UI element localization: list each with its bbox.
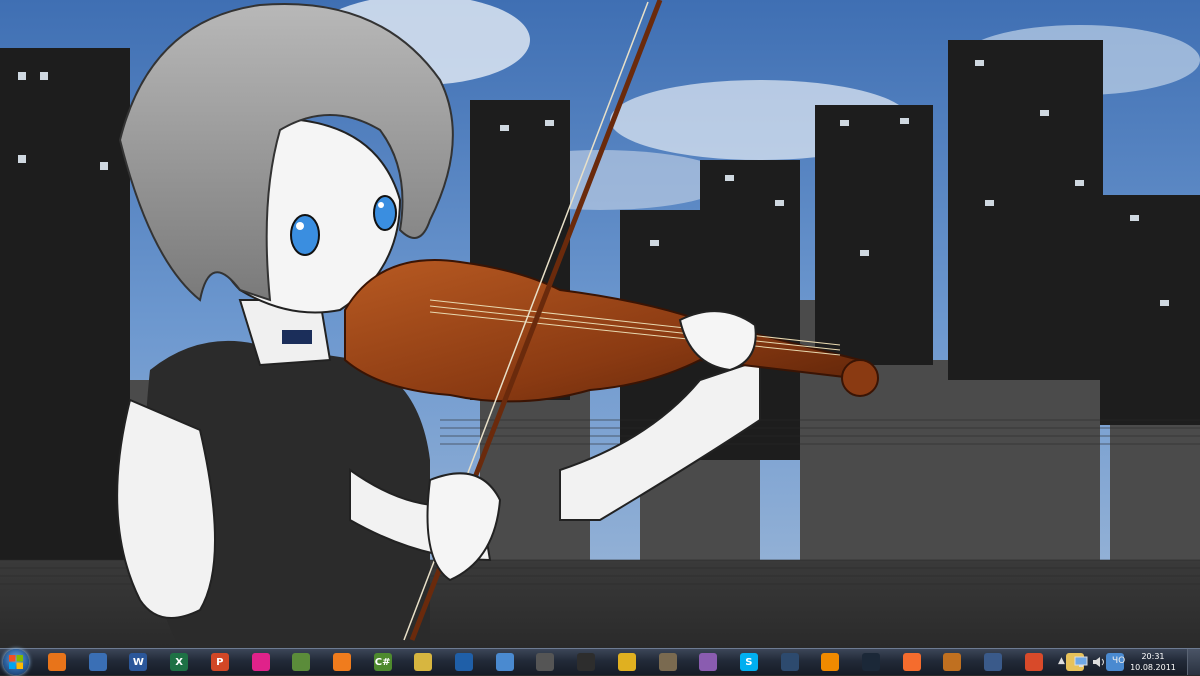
- skype-taskbar-button[interactable]: S: [737, 650, 761, 674]
- game-icon: [943, 653, 962, 671]
- pidgin-taskbar-button[interactable]: [696, 650, 720, 674]
- virtualbox-icon: [455, 653, 473, 671]
- csharp-icon: C#: [373, 653, 392, 671]
- inkscape-icon: [577, 653, 596, 671]
- vlc-taskbar-button[interactable]: [818, 650, 842, 674]
- itunes-icon: [251, 653, 270, 671]
- thunderbird-icon: [88, 653, 107, 671]
- car-taskbar-button[interactable]: [533, 650, 557, 674]
- audio-taskbar-button[interactable]: [656, 650, 680, 674]
- clock[interactable]: 20:31 10.08.2011: [1128, 651, 1178, 673]
- notepad-icon: [292, 653, 311, 671]
- lock-icon: [617, 653, 636, 671]
- language-indicator[interactable]: ЧО: [1112, 656, 1125, 666]
- photo-taskbar-button[interactable]: [981, 650, 1005, 674]
- picture-taskbar-button[interactable]: [411, 650, 435, 674]
- xampp-icon: [332, 653, 351, 671]
- volume-icon[interactable]: [1092, 655, 1106, 669]
- firefox-taskbar-button[interactable]: [45, 650, 69, 674]
- show-hidden-icons-button[interactable]: ▲: [1058, 656, 1068, 668]
- lock-taskbar-button[interactable]: [615, 650, 639, 674]
- wallpaper-image: [0, 0, 1200, 648]
- paint-taskbar-button[interactable]: [493, 650, 517, 674]
- origin-taskbar-button[interactable]: [900, 650, 924, 674]
- excel-icon: X: [170, 653, 189, 671]
- system-tray: ▲ ЧО 20:31 10.08.2011: [1050, 649, 1200, 676]
- browser-icon: [1024, 653, 1043, 671]
- excel-taskbar-button[interactable]: X: [167, 650, 191, 674]
- inkscape-taskbar-button[interactable]: [574, 650, 598, 674]
- itunes-taskbar-button[interactable]: [249, 650, 273, 674]
- clock-date: 10.08.2011: [1130, 663, 1176, 672]
- vlc-icon: [821, 653, 840, 671]
- photo-icon: [984, 653, 1003, 671]
- network-icon[interactable]: [1074, 656, 1088, 668]
- skype-icon: S: [739, 653, 758, 671]
- picture-icon: [414, 653, 433, 671]
- start-button[interactable]: [3, 649, 29, 675]
- show-desktop-button[interactable]: [1187, 649, 1200, 675]
- paint-icon: [495, 653, 514, 671]
- origin-icon: [902, 653, 921, 671]
- audio-icon: [658, 653, 677, 671]
- clock-time: 20:31: [1141, 652, 1165, 661]
- steam-alt-taskbar-button[interactable]: [778, 650, 802, 674]
- virtualbox-taskbar-button[interactable]: [452, 650, 476, 674]
- powerpoint-icon: P: [210, 653, 229, 671]
- thunderbird-taskbar-button[interactable]: [86, 650, 110, 674]
- steam-icon: [862, 653, 880, 671]
- csharp-taskbar-button[interactable]: C#: [371, 650, 395, 674]
- browser-taskbar-button[interactable]: [1022, 650, 1046, 674]
- steam-taskbar-button[interactable]: [859, 650, 883, 674]
- pidgin-icon: [699, 653, 718, 671]
- desktop-wallpaper: [0, 0, 1200, 648]
- steam-alt-icon: [780, 653, 799, 671]
- word-icon: W: [129, 653, 148, 671]
- game-taskbar-button[interactable]: [940, 650, 964, 674]
- windows-logo-icon: [9, 655, 23, 669]
- word-taskbar-button[interactable]: W: [126, 650, 150, 674]
- car-icon: [536, 653, 555, 671]
- firefox-icon: [48, 653, 66, 671]
- powerpoint-taskbar-button[interactable]: P: [208, 650, 232, 674]
- notepad-taskbar-button[interactable]: [289, 650, 313, 674]
- xampp-taskbar-button[interactable]: [330, 650, 354, 674]
- taskbar: W X P C# S ▲ ЧО 20:31 10.08.2011: [0, 648, 1200, 675]
